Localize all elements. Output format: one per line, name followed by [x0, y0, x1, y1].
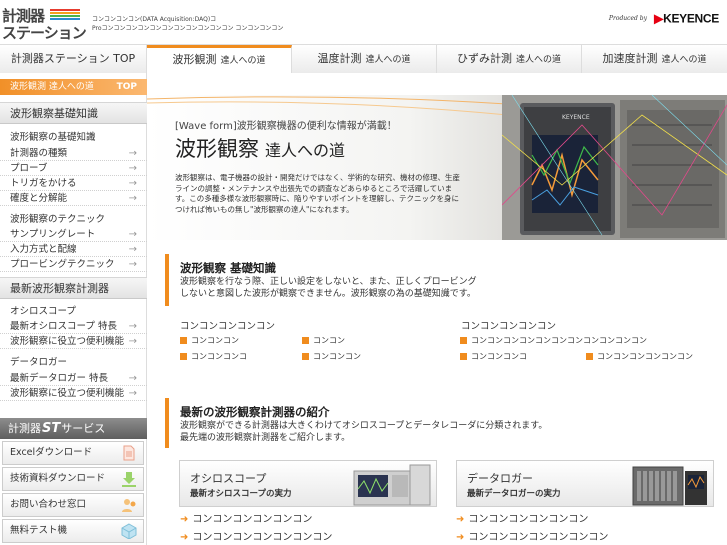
keyence-logo: ▶KEYENCE: [654, 11, 719, 26]
latest-heading: 最新の波形観察計測器の紹介: [180, 405, 330, 419]
oscilloscope-link[interactable]: ➜ コンコンコンコンコンコン: [180, 510, 312, 525]
basics-link[interactable]: コンコン: [302, 335, 345, 346]
tagline-line2: Proコンコンコンコンコンコンコンコンコンコンコン コンコンコンコン: [92, 25, 284, 32]
arrow-right-icon: →: [128, 321, 137, 332]
latest-text-line2: 最先端の波形観察計測器をご紹介します。: [180, 433, 351, 443]
sidebar-item-logger-functions[interactable]: 波形観察に役立つ便利機能 →: [0, 386, 147, 401]
sidebar-group-technique[interactable]: 波形観察のテクニック: [0, 211, 147, 225]
breadcrumb-top-link[interactable]: TOP: [117, 79, 137, 95]
arrow-right-icon: →: [128, 148, 137, 159]
produced-by-label: Produced by: [608, 15, 648, 22]
sidebar-item-trigger[interactable]: トリガをかける →: [0, 176, 147, 191]
sidebar: 波形観測 達人への道 TOP 波形観察基礎知識 波形観察の基礎知識 計測器の種類…: [0, 73, 147, 545]
contact-button[interactable]: お問い合わせ窓口: [2, 493, 144, 517]
oscilloscope-card[interactable]: オシロスコープ 最新オシロスコープの実力: [179, 460, 437, 507]
sidebar-section-latest[interactable]: 最新波形観察計測器: [0, 277, 147, 299]
breadcrumb-label: 波形観測 達人への道: [10, 82, 94, 92]
sidebar-item-input-wiring[interactable]: 入力方式と配線 →: [0, 242, 147, 257]
main-nav: 計測器ステーション TOP 波形観測 達人への道 温度計測 達人への道 ひずみ計測達…: [0, 44, 727, 73]
arrow-right-icon: ➜: [456, 532, 465, 543]
sidebar-item-sampling-rate[interactable]: サンプリングレート →: [0, 227, 147, 242]
tagline-line1: コンコンコンコン(DATA Acquisition:DAQ)コ: [92, 16, 217, 23]
basics-link[interactable]: コンコンコン: [180, 335, 239, 346]
arrow-right-icon: →: [128, 163, 137, 174]
datalogger-card[interactable]: データロガー 最新データロガーの実力: [456, 460, 714, 507]
basics-accent-bar: [165, 254, 169, 306]
arrow-right-icon: →: [128, 178, 137, 189]
box-icon: [121, 523, 137, 539]
card-title: データロガー: [467, 472, 533, 485]
arrow-right-icon: →: [128, 193, 137, 204]
datalogger-link[interactable]: ➜ コンコンコンコンコンコンコン: [456, 528, 608, 543]
basics-text-line2: しないと意図した波形が観察できません。波形観察の為の基礎知識です。: [180, 289, 476, 299]
arrow-right-icon: →: [128, 388, 137, 399]
basics-link[interactable]: コンコンコンコンコンコンコンコンコンコンコン: [460, 335, 647, 346]
sidebar-group-datalogger[interactable]: データロガー: [0, 354, 147, 368]
arrow-right-icon: →: [128, 259, 137, 270]
arrow-right-icon: →: [128, 336, 137, 347]
arrow-right-icon: ➜: [180, 532, 189, 543]
contact-person-icon: [122, 499, 136, 512]
tab-waveform[interactable]: 波形観測 達人への道: [147, 45, 292, 73]
st-service-header: 計測器STサービス: [0, 418, 147, 439]
card-title: オシロスコープ: [190, 472, 267, 485]
sidebar-item-logger-features[interactable]: 最新データロガー 特長 →: [0, 371, 147, 386]
arrow-right-icon: →: [128, 373, 137, 384]
sidebar-item-probing-technique[interactable]: プロービングテクニック →: [0, 257, 147, 272]
basics-link[interactable]: コンコンコンコンコンコン: [586, 351, 693, 362]
svg-text:KEYENCE: KEYENCE: [562, 114, 590, 121]
latest-text-line1: 波形観察ができる計測器は大きくわけてオシロスコープとデータレコーダに分類されます…: [180, 421, 548, 431]
basics-group1-title: コンコンコンコンコン: [180, 321, 276, 332]
tab-station-top[interactable]: 計測器ステーション TOP: [0, 45, 147, 73]
hero-banner: [Wave form]波形観察機器の便利な情報が満載！ 波形観察 達人への道 波形…: [147, 95, 727, 240]
basics-link[interactable]: コンコンコン: [302, 351, 361, 362]
hero-description: 波形観察は、電子機器の設計・開発だけではなく、学術的な研究、機材の修理、生産ライ…: [175, 173, 460, 214]
tab-strain[interactable]: ひずみ計測 達人への道: [437, 45, 582, 73]
arrow-right-icon: ➜: [456, 514, 465, 525]
card-subtitle: 最新データロガーの実力: [467, 489, 561, 499]
arrow-right-icon: →: [128, 229, 137, 240]
tab-acceleration[interactable]: 加速度計測 達人への道: [582, 45, 727, 73]
site-logo[interactable]: 計測器 ステーション: [2, 5, 87, 42]
basics-link[interactable]: コンコンコンコ: [180, 351, 247, 362]
basics-group2-title: コンコンコンコンコン: [461, 321, 557, 332]
document-icon: [123, 445, 135, 461]
latest-accent-bar: [165, 398, 169, 448]
excel-download-button[interactable]: Excelダウンロード: [2, 441, 144, 465]
arrow-right-icon: ➜: [180, 514, 189, 525]
sidebar-item-probe[interactable]: プローブ →: [0, 161, 147, 176]
logo-bars-icon: [50, 9, 80, 21]
oscilloscope-device-image: KEYENCE: [502, 95, 727, 240]
hero-title: 波形観察 達人への道: [175, 137, 346, 161]
sidebar-item-accuracy[interactable]: 確度と分解能 →: [0, 191, 147, 206]
card-subtitle: 最新オシロスコープの実力: [190, 489, 292, 499]
keyence-brand[interactable]: Produced by ▶KEYENCE: [609, 8, 719, 27]
site-header: 計測器 ステーション コンコンコンコン(DATA Acquisition:DAQ…: [0, 0, 727, 44]
basics-heading: 波形観察 基礎知識: [180, 261, 277, 275]
free-test-unit-button[interactable]: 無料テスト機: [2, 519, 144, 543]
sidebar-group-oscilloscope[interactable]: オシロスコープ: [0, 303, 147, 317]
sidebar-section-basics[interactable]: 波形観察基礎知識: [0, 102, 147, 124]
oscilloscope-link[interactable]: ➜ コンコンコンコンコンコンコン: [180, 528, 332, 543]
sidebar-item-osc-functions[interactable]: 波形観察に役立つ便利機能 →: [0, 334, 147, 349]
tech-doc-download-button[interactable]: 技術資料ダウンロード: [2, 467, 144, 491]
sidebar-item-instrument-types[interactable]: 計測器の種類 →: [0, 146, 147, 161]
basics-link[interactable]: コンコンコンコ: [460, 351, 527, 362]
sidebar-item-osc-features[interactable]: 最新オシロスコープ 特長 →: [0, 319, 147, 334]
datalogger-product-image: [632, 466, 707, 506]
sidebar-group-basics[interactable]: 波形観察の基礎知識: [0, 129, 147, 143]
arrow-right-icon: →: [128, 244, 137, 255]
basics-text-line1: 波形観察を行なう際、正しい設定をしないと、また、正しくプロービング: [180, 277, 477, 287]
tab-temperature[interactable]: 温度計測 達人への道: [292, 45, 437, 73]
oscilloscope-product-image: [353, 464, 431, 506]
datalogger-link[interactable]: ➜ コンコンコンコンコンコン: [456, 510, 588, 525]
site-tagline: コンコンコンコン(DATA Acquisition:DAQ)コ Proコンコンコ…: [92, 15, 283, 33]
logo-line2: ステーション: [2, 24, 87, 42]
hero-kicker: [Wave form]波形観察機器の便利な情報が満載！: [175, 121, 397, 132]
download-icon: [122, 472, 136, 487]
breadcrumb: 波形観測 達人への道 TOP: [0, 79, 147, 95]
